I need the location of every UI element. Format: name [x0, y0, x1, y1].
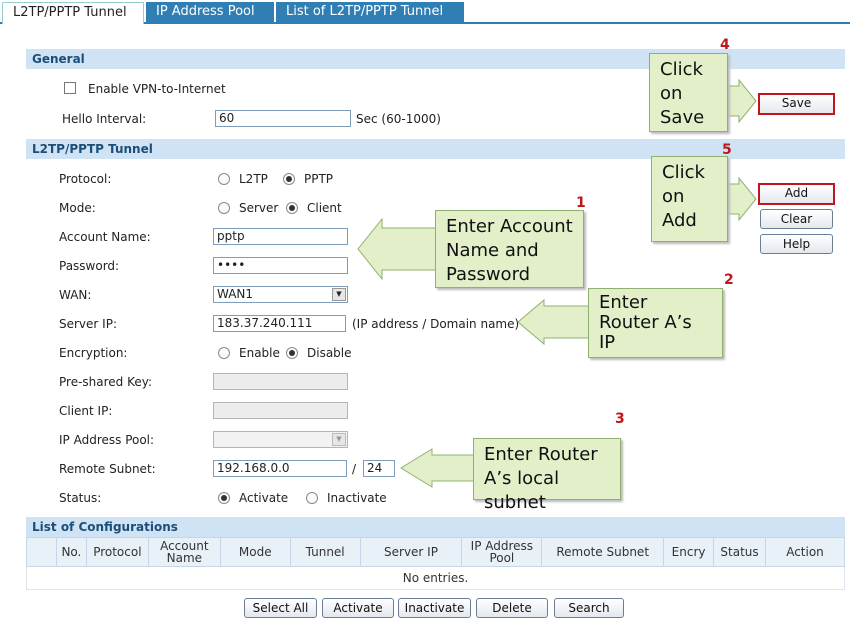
col-account-name: Account Name — [147, 537, 221, 567]
activate-button[interactable]: Activate — [322, 598, 394, 618]
configurations-table: No. Protocol Account Name Mode Tunnel Se… — [26, 537, 845, 590]
callout-line: A’s local subnet — [484, 468, 560, 513]
delete-button[interactable]: Delete — [476, 598, 548, 618]
arrow-to-add-icon — [727, 176, 757, 222]
empty-message: No entries. — [26, 566, 845, 590]
table-row: No entries. — [26, 566, 845, 590]
col-ip-address-pool: IP Address Pool — [461, 537, 543, 567]
col-status: Status — [713, 537, 767, 567]
col-remote-subnet: Remote Subnet — [541, 537, 665, 567]
callout-line: on — [660, 83, 683, 104]
section-list-header: List of Configurations — [26, 517, 845, 537]
callout-line: Click — [660, 59, 703, 80]
col-mode: Mode — [219, 537, 291, 567]
callout-enter-account: Enter Account Name and Password — [435, 210, 584, 288]
step-number: 5 — [722, 142, 732, 158]
inactivate-button[interactable]: Inactivate — [398, 598, 471, 618]
arrow-to-save-icon — [727, 78, 757, 124]
step-number: 1 — [576, 195, 586, 211]
callout-line: Save — [660, 107, 705, 128]
callout-line: Enter Router — [484, 444, 598, 465]
callout-line: Password — [446, 264, 531, 285]
callout-click-save: Click on Save — [649, 53, 728, 132]
search-button[interactable]: Search — [554, 598, 624, 618]
arrow-to-server-ip-icon — [517, 298, 590, 346]
col-action: Action — [765, 537, 845, 567]
table-header-row: No. Protocol Account Name Mode Tunnel Se… — [26, 537, 845, 567]
col-no: No. — [55, 537, 87, 567]
callout-line: Name and — [446, 240, 539, 261]
step-number: 2 — [724, 272, 734, 288]
callout-enter-subnet: Enter Router A’s local subnet — [473, 438, 621, 513]
callout-line: IP — [599, 332, 616, 353]
col-encry: Encry — [663, 537, 715, 567]
col-select — [26, 537, 57, 567]
step-number: 4 — [720, 37, 730, 53]
step-number: 3 — [615, 411, 625, 427]
col-protocol: Protocol — [85, 537, 149, 567]
callout-enter-router-ip: Enter Router A’s IP — [588, 288, 723, 358]
callout-click-add: Click on Add — [651, 156, 728, 242]
arrow-to-account-icon — [357, 217, 437, 281]
arrow-to-subnet-icon — [400, 448, 475, 488]
select-all-button[interactable]: Select All — [244, 598, 317, 618]
callout-line: Add — [662, 210, 697, 231]
callout-line: Enter Account — [446, 216, 573, 237]
col-server-ip: Server IP — [359, 537, 463, 567]
callout-line: Router A’s — [599, 312, 692, 333]
callout-line: Click — [662, 162, 705, 183]
col-tunnel: Tunnel — [289, 537, 361, 567]
callout-line: Enter — [599, 292, 648, 313]
callout-line: on — [662, 186, 685, 207]
